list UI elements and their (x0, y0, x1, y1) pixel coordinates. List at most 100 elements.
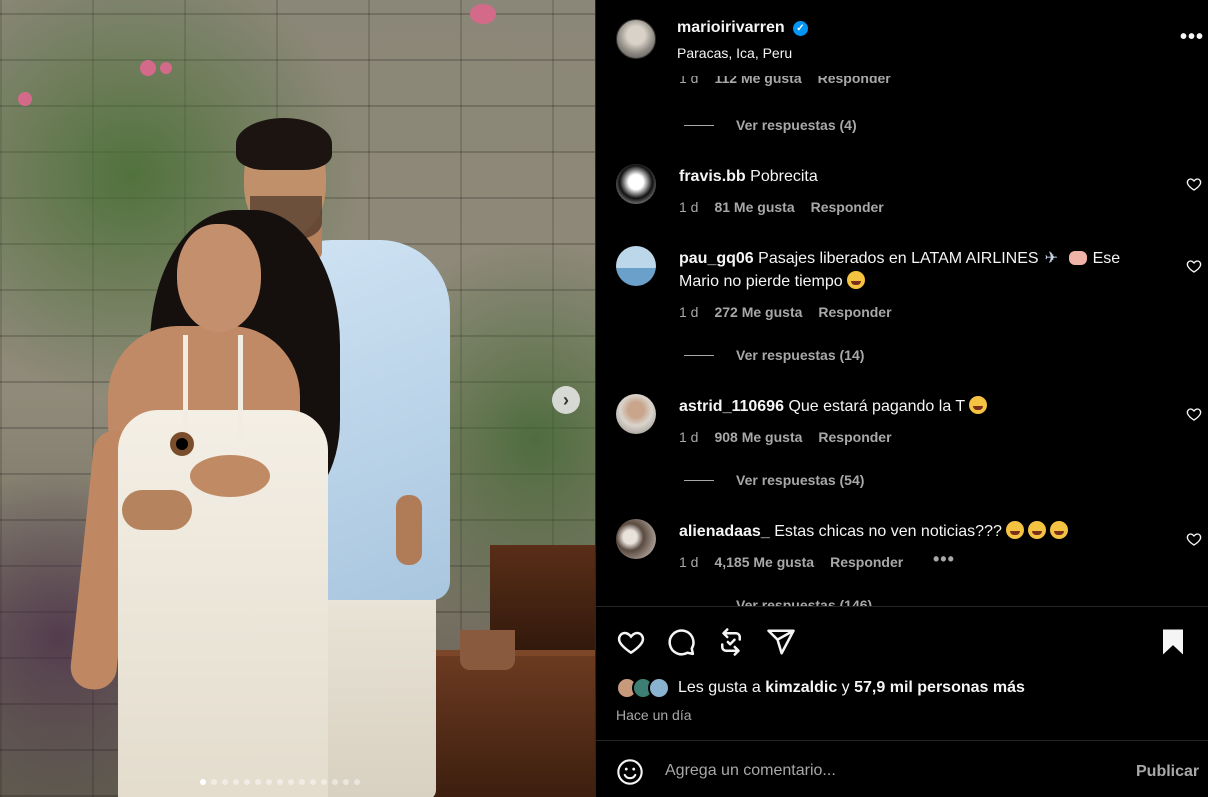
comment-more-icon[interactable]: ••• (933, 549, 955, 570)
comments-list[interactable]: 1 d 112 Me gusta Responder Ver respuesta… (596, 76, 1208, 606)
man-hand (396, 495, 422, 565)
comment-username[interactable]: astrid_110696 (679, 398, 784, 415)
likes-mid: y (841, 679, 850, 696)
view-replies-label: Ver respuestas (4) (736, 117, 857, 133)
like-heart-icon[interactable] (616, 627, 646, 657)
owner-username[interactable]: marioirivarren (677, 19, 785, 37)
carousel-dot (233, 779, 239, 785)
likes-prefix: Les gusta a (678, 679, 761, 696)
publish-button[interactable]: Publicar (1136, 763, 1199, 781)
commenter-avatar[interactable] (616, 519, 656, 559)
comment-body: Pobrecita (750, 168, 818, 185)
carousel-dot (310, 779, 316, 785)
dress-cutout (190, 455, 270, 497)
repost-icon[interactable] (716, 627, 746, 657)
comment-username[interactable]: alienadaas_ (679, 523, 770, 540)
comment-likes[interactable]: 112 Me gusta (714, 76, 801, 86)
share-icon[interactable] (766, 627, 796, 657)
comment-likes[interactable]: 272 Me gusta (714, 304, 802, 320)
view-replies-button[interactable]: Ver respuestas (54) (684, 472, 864, 488)
wooden-bench (425, 650, 595, 797)
woman-head (177, 224, 261, 332)
comment-body: Pasajes liberados en LATAM AIRLINES (758, 250, 1039, 267)
reply-button[interactable]: Responder (818, 76, 891, 86)
comment-time: 1 d (679, 429, 699, 445)
comment-input[interactable] (665, 756, 1115, 786)
view-replies-button[interactable]: Ver respuestas (146) (684, 597, 872, 606)
reply-button[interactable]: Responder (830, 554, 903, 570)
view-replies-button[interactable]: Ver respuestas (14) (684, 347, 864, 363)
comment-text: astrid_110696 Que estará pagando la T (679, 395, 1149, 418)
carousel-dot (200, 779, 206, 785)
replies-line (684, 354, 714, 356)
carousel-dot (266, 779, 272, 785)
post-time[interactable]: Hace un día (616, 707, 692, 723)
comment-time: 1 d (679, 304, 699, 320)
heart-hands-emoji (1068, 251, 1087, 265)
carousel-dots (200, 779, 360, 785)
comment-username[interactable]: pau_gq06 (679, 250, 754, 267)
view-replies-label: Ver respuestas (54) (736, 472, 865, 488)
comment-meta: 1 d 112 Me gusta Responder (679, 76, 891, 86)
flower (470, 4, 496, 24)
carousel-dot (299, 779, 305, 785)
laughing-emoji (1005, 521, 1024, 539)
man-arm (122, 490, 192, 530)
comment-username[interactable]: fravis.bb (679, 168, 746, 185)
more-icon[interactable]: ••• (1180, 26, 1204, 49)
carousel-dot (354, 779, 360, 785)
comment-likes[interactable]: 81 Me gusta (714, 199, 794, 215)
comment-icon[interactable] (666, 627, 696, 657)
laughing-emoji (1049, 521, 1068, 539)
comment-likes[interactable]: 908 Me gusta (714, 429, 802, 445)
post-photo[interactable]: › (0, 0, 595, 797)
comment-text: alienadaas_ Estas chicas no ven noticias… (679, 520, 1149, 543)
verified-icon: ✓ (793, 21, 808, 36)
flower (140, 60, 156, 76)
carousel-dot (332, 779, 338, 785)
carousel-dot (277, 779, 283, 785)
reply-button[interactable]: Responder (818, 304, 891, 320)
post-location[interactable]: Paracas, Ica, Peru (677, 45, 792, 61)
owner-avatar[interactable] (616, 19, 656, 59)
commenter-avatar[interactable] (616, 164, 656, 204)
heart-icon[interactable] (1186, 176, 1202, 192)
post-actions: Les gusta a kimzaldic y 57,9 mil persona… (596, 606, 1208, 740)
dress-ring (170, 432, 194, 456)
next-photo-button[interactable]: › (552, 386, 580, 414)
heart-icon[interactable] (1186, 258, 1202, 274)
comment-text: fravis.bb Pobrecita (679, 165, 1149, 188)
carousel-dot (255, 779, 261, 785)
liker-avatar (648, 677, 670, 699)
comment-body: Estas chicas no ven noticias??? (774, 523, 1002, 540)
carousel-dot (288, 779, 294, 785)
airplane-emoji: ✈ (1044, 250, 1058, 267)
laughing-emoji (1027, 521, 1046, 539)
likes-count[interactable]: 57,9 mil personas más (854, 679, 1025, 696)
commenter-avatar[interactable] (616, 246, 656, 286)
flower (18, 92, 32, 106)
view-replies-label: Ver respuestas (146) (736, 597, 873, 606)
comment-meta: 1 d 908 Me gusta Responder (679, 429, 892, 445)
carousel-dot (244, 779, 250, 785)
likes-user[interactable]: kimzaldic (765, 679, 837, 696)
comment-likes[interactable]: 4,185 Me gusta (714, 554, 814, 570)
reply-button[interactable]: Responder (818, 429, 891, 445)
heart-icon[interactable] (1186, 531, 1202, 547)
comment-body: Que estará pagando la T (788, 398, 966, 415)
bookmark-icon[interactable] (1158, 627, 1188, 657)
comment-meta: 1 d 81 Me gusta Responder (679, 199, 884, 215)
comment-time: 1 d (679, 76, 699, 86)
flushed-emoji (969, 396, 988, 414)
reply-button[interactable]: Responder (811, 199, 884, 215)
view-replies-button[interactable]: Ver respuestas (4) (684, 117, 857, 133)
flower (160, 62, 172, 74)
comment-time: 1 d (679, 554, 699, 570)
likes-summary[interactable]: Les gusta a kimzaldic y 57,9 mil persona… (616, 677, 1025, 699)
commenter-avatar[interactable] (616, 394, 656, 434)
comment-time: 1 d (679, 199, 699, 215)
heart-icon[interactable] (1186, 406, 1202, 422)
emoji-icon[interactable] (616, 758, 644, 786)
comment-meta: 1 d 272 Me gusta Responder (679, 304, 892, 320)
dress-halter (183, 335, 243, 445)
